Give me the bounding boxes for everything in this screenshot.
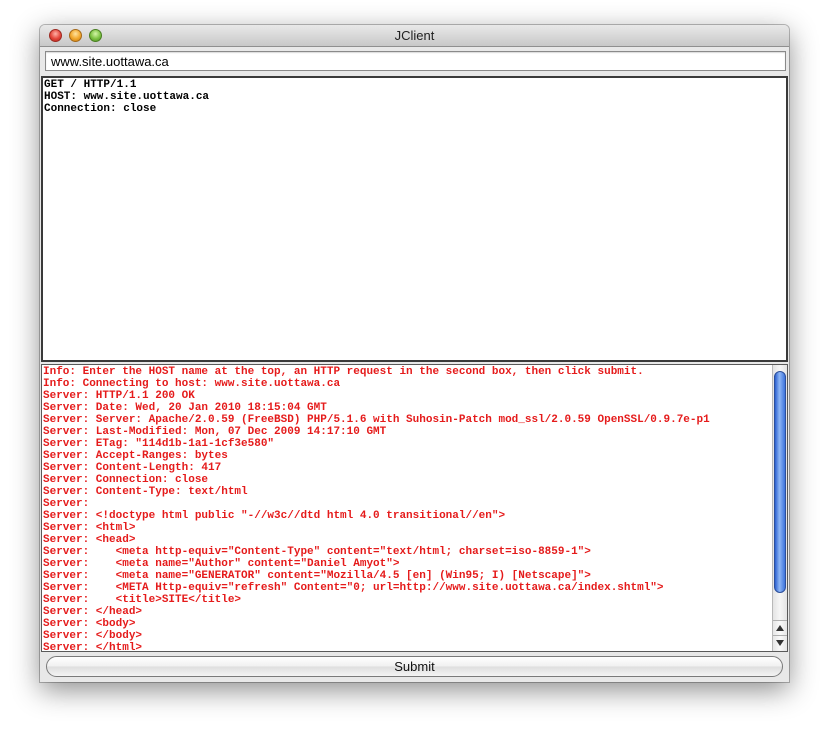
response-line: Server: <META Http-equiv="refresh" Conte… [43,582,664,594]
response-line: Server: <title>SITE</title> [43,594,242,606]
response-line: Server: <meta name="GENERATOR" content="… [43,570,591,582]
response-line: Server: <!doctype html public "-//w3c//d… [43,510,506,522]
response-line: Server: </html> [43,642,143,650]
jclient-window: JClient Info: Enter the HOST name at the… [40,25,789,682]
response-line: Server: ETag: "114d1b-1a1-1cf3e580" [43,438,275,450]
response-line: Server: <head> [43,534,136,546]
response-line: Server: HTTP/1.1 200 OK [43,390,195,402]
arrow-up-icon [776,625,784,631]
window-title: JClient [394,28,435,43]
response-line: Server: <meta http-equiv="Content-Type" … [43,546,591,558]
response-line: Server: <body> [43,618,136,630]
response-line: Server: Last-Modified: Mon, 07 Dec 2009 … [43,426,387,438]
response-pane: Info: Enter the HOST name at the top, an… [41,364,788,652]
response-line: Server: Content-Type: text/html [43,486,248,498]
response-log: Info: Enter the HOST name at the top, an… [43,366,772,650]
response-line: Server: </head> [43,606,143,618]
title-bar[interactable]: JClient [40,25,789,47]
scroll-down-button[interactable] [773,635,787,650]
request-textarea[interactable] [41,76,788,362]
response-scrollbar[interactable] [772,365,787,651]
response-line: Server: <html> [43,522,136,534]
submit-button[interactable]: Submit [46,656,783,677]
arrow-down-icon [776,640,784,646]
scroll-up-button[interactable] [773,620,787,635]
host-input[interactable] [45,51,786,71]
response-line: Server: Server: Apache/2.0.59 (FreeBSD) … [43,414,710,426]
response-line: Server: [43,498,90,510]
response-line: Server: </body> [43,630,143,642]
scrollbar-thumb[interactable] [774,371,786,593]
response-line: Server: Connection: close [43,474,209,486]
response-line: Server: Accept-Ranges: bytes [43,450,228,462]
response-line: Server: Content-Length: 417 [43,462,222,474]
response-line: Server: <meta name="Author" content="Dan… [43,558,400,570]
response-line: Server: Date: Wed, 20 Jan 2010 18:15:04 … [43,402,327,414]
response-line: Info: Enter the HOST name at the top, an… [43,366,644,378]
response-line: Info: Connecting to host: www.site.uotta… [43,378,341,390]
